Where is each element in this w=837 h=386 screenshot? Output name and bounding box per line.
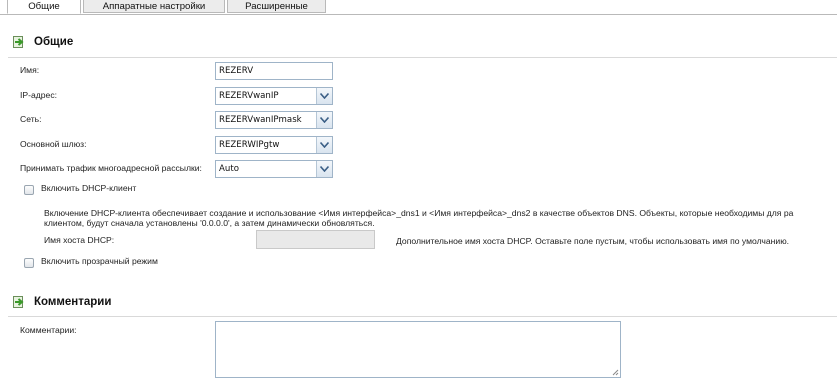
- gateway-select[interactable]: REZERWIPgtw: [215, 136, 333, 154]
- net-select-value: REZERVwanIPmask: [219, 115, 302, 125]
- multicast-select-value: Auto: [219, 164, 239, 174]
- section-arrow-icon: [13, 296, 24, 308]
- transparent-mode-checkbox[interactable]: [24, 258, 34, 268]
- resize-handle-icon[interactable]: [612, 369, 619, 376]
- name-input[interactable]: REZERV: [215, 62, 333, 80]
- comments-textarea[interactable]: [215, 321, 621, 378]
- chevron-down-icon[interactable]: [316, 112, 332, 128]
- multicast-label: Принимать трафик многоадресной рассылки:: [20, 163, 202, 173]
- section-title-comments: Комментарии: [34, 296, 112, 308]
- tab-hardware-settings[interactable]: Аппаратные настройки: [83, 0, 225, 13]
- dhcp-description-line2: клиентом, будут сначала установлены '0.0…: [44, 218, 375, 228]
- gateway-select-value: REZERWIPgtw: [219, 140, 280, 150]
- net-select[interactable]: REZERVwanIPmask: [215, 111, 333, 129]
- section-title-general: Общие: [34, 36, 74, 48]
- dhcp-host-input[interactable]: [256, 230, 375, 249]
- net-label: Сеть:: [20, 114, 42, 124]
- dhcp-checkbox[interactable]: [24, 185, 34, 195]
- multicast-select[interactable]: Auto: [215, 160, 333, 178]
- dhcp-host-hint: Дополнительное имя хоста DHCP. Оставьте …: [396, 236, 790, 246]
- tab-advanced[interactable]: Расширенные: [227, 0, 326, 13]
- chevron-down-icon[interactable]: [316, 161, 332, 177]
- transparent-mode-label: Включить прозрачный режим: [41, 256, 158, 266]
- chevron-down-icon[interactable]: [316, 137, 332, 153]
- section-arrow-icon: [13, 36, 24, 48]
- comments-label: Комментарии:: [20, 325, 77, 335]
- ip-select[interactable]: REZERVwanIP: [215, 87, 333, 105]
- chevron-down-icon[interactable]: [316, 88, 332, 104]
- ip-label: IP-адрес:: [20, 90, 58, 100]
- dhcp-label: Включить DHCP-клиент: [41, 183, 137, 193]
- gateway-label: Основной шлюз:: [20, 139, 87, 149]
- dhcp-description-line1: Включение DHCP-клиента обеспечивает созд…: [44, 208, 794, 218]
- divider: [8, 316, 837, 317]
- dhcp-host-label: Имя хоста DHCP:: [44, 235, 115, 245]
- ip-select-value: REZERVwanIP: [219, 91, 279, 101]
- tab-bar: Общие Аппаратные настройки Расширенные: [0, 0, 837, 15]
- divider: [8, 57, 837, 58]
- name-label: Имя:: [20, 65, 40, 75]
- tab-general[interactable]: Общие: [7, 0, 81, 14]
